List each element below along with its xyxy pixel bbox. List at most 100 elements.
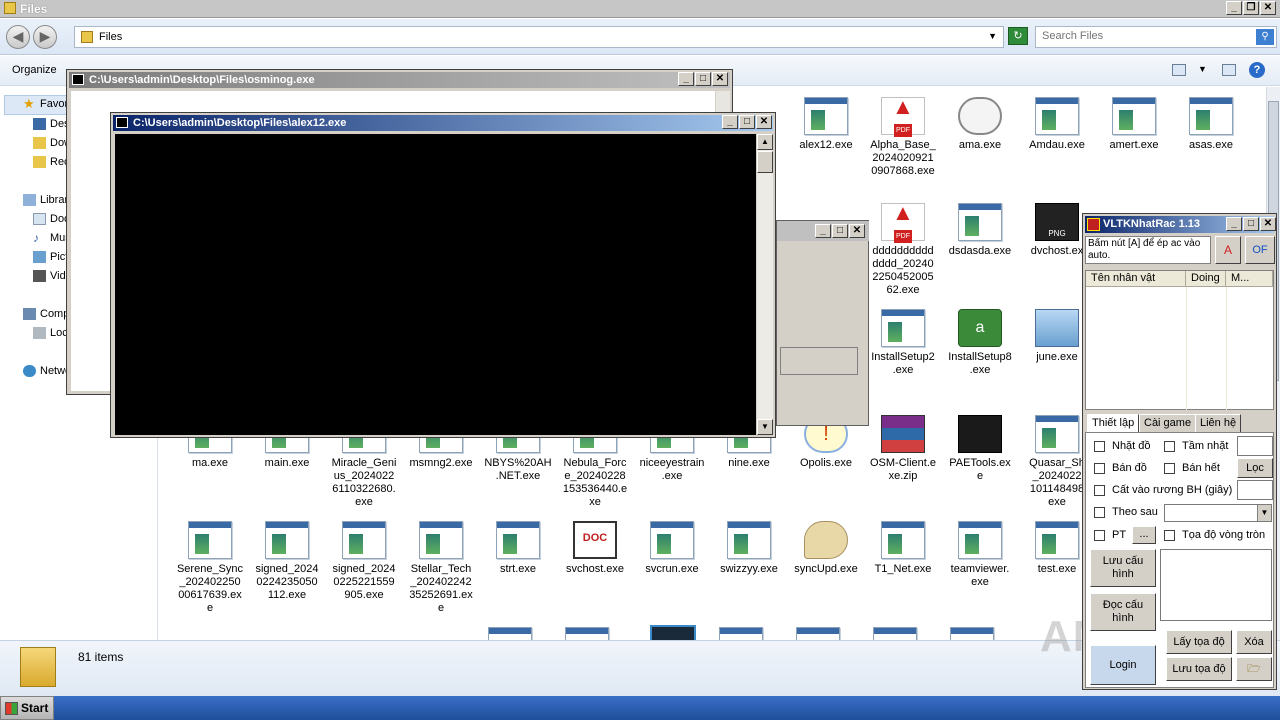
file-item[interactable]: DOC svchost.exe xyxy=(558,521,632,576)
search-input[interactable] xyxy=(1042,30,1252,42)
chevron-down-icon[interactable]: ▼ xyxy=(1198,64,1207,74)
close-button[interactable]: ✕ xyxy=(712,72,728,86)
chevron-down-icon[interactable]: ▼ xyxy=(988,31,997,41)
console-titlebar[interactable]: C:\Users\admin\Desktop\Files\alex12.exe xyxy=(113,115,773,131)
installer-icon xyxy=(1035,309,1079,347)
file-item[interactable]: teamviewer. exe xyxy=(943,521,1017,589)
file-item[interactable]: OSM-Client.e xe.zip xyxy=(866,415,940,483)
background-dialog[interactable]: _ □ ✕ xyxy=(776,220,869,426)
pt-checkbox[interactable] xyxy=(1094,530,1105,541)
forward-button[interactable]: ▶ xyxy=(33,25,57,49)
file-item[interactable]: ama.exe xyxy=(943,97,1017,152)
close-button[interactable]: ✕ xyxy=(849,224,865,238)
doc-cau-hinh-button[interactable]: Đọc cấu hình xyxy=(1090,593,1156,631)
a-button[interactable]: A xyxy=(1215,236,1241,264)
scroll-down-arrow-icon[interactable]: ▼ xyxy=(757,419,773,435)
minimize-button[interactable]: _ xyxy=(1226,1,1242,15)
file-item[interactable]: T1_Net.exe xyxy=(866,521,940,576)
exe-icon xyxy=(1112,97,1156,135)
file-item[interactable]: amert.exe xyxy=(1097,97,1171,152)
tab-cai-game[interactable]: Cài game xyxy=(1139,414,1197,432)
tam-nhat-input[interactable] xyxy=(1237,436,1273,456)
theo-sau-select[interactable]: ▼ xyxy=(1164,504,1272,522)
lay-toa-do-button[interactable]: Lấy tọa độ xyxy=(1166,630,1232,654)
exe-icon xyxy=(565,627,609,640)
file-item[interactable]: Stellar_Tech _202402242 35252691.ex e xyxy=(404,521,478,615)
organize-button[interactable]: Organize xyxy=(12,64,57,76)
close-button[interactable]: ✕ xyxy=(1260,217,1276,231)
start-button[interactable]: Start xyxy=(0,696,54,720)
vltk-window[interactable]: VLTKNhatRac 1.13 _ □ ✕ Bấm nút [A] để ép… xyxy=(1082,213,1277,690)
tam-nhat-checkbox[interactable] xyxy=(1164,441,1175,452)
scroll-up-arrow-icon[interactable]: ▲ xyxy=(757,134,773,150)
loc-button[interactable]: Lọc xyxy=(1237,458,1273,478)
minimize-button[interactable]: _ xyxy=(722,115,738,129)
file-item[interactable]: Serene_Sync _202402250 00617639.ex e xyxy=(173,521,247,615)
file-item[interactable]: a InstallSetup8 .exe xyxy=(943,309,1017,377)
exe-icon xyxy=(488,627,532,640)
luu-toa-do-button[interactable]: Lưu tọa độ xyxy=(1166,657,1232,681)
maximize-button[interactable]: □ xyxy=(832,224,848,238)
file-item[interactable]: swizzyy.exe xyxy=(712,521,786,576)
help-icon[interactable]: ? xyxy=(1249,62,1265,78)
desktop-icon xyxy=(33,118,46,130)
coordinates-list[interactable] xyxy=(1160,549,1272,621)
file-item[interactable]: Amdau.exe xyxy=(1020,97,1094,152)
col-header-name[interactable]: Tên nhân vật xyxy=(1086,271,1186,287)
scrollbar-thumb[interactable] xyxy=(757,151,773,173)
xoa-button[interactable]: Xóa xyxy=(1236,630,1272,654)
open-folder-button[interactable]: 🗁 xyxy=(1236,657,1272,681)
file-item[interactable]: Alpha_Base_ 2024020921 0907868.exe xyxy=(866,97,940,178)
nhat-do-checkbox[interactable] xyxy=(1094,441,1105,452)
luu-cau-hinh-button[interactable]: Lưu cấu hình xyxy=(1090,549,1156,587)
file-item[interactable]: InstallSetup2 .exe xyxy=(866,309,940,377)
cat-vao-ruong-checkbox[interactable] xyxy=(1094,485,1105,496)
tab-thiet-lap[interactable]: Thiết lập xyxy=(1087,414,1140,432)
col-header-doing[interactable]: Doing xyxy=(1186,271,1226,287)
exe-icon xyxy=(958,203,1002,241)
toa-do-vong-tron-checkbox[interactable] xyxy=(1164,530,1175,541)
view-options-icon[interactable] xyxy=(1172,64,1186,76)
close-button[interactable]: ✕ xyxy=(1260,1,1276,15)
tab-lien-he[interactable]: Liên hệ xyxy=(1195,414,1242,432)
ban-het-checkbox[interactable] xyxy=(1164,463,1175,474)
minimize-button[interactable]: _ xyxy=(815,224,831,238)
back-button[interactable]: ◀ xyxy=(6,25,30,49)
file-item[interactable]: asas.exe xyxy=(1174,97,1248,152)
ban-do-checkbox[interactable] xyxy=(1094,463,1105,474)
address-path[interactable]: Files xyxy=(99,31,122,43)
maximize-button[interactable]: ❐ xyxy=(1243,1,1259,15)
file-item[interactable]: signed_2024 0225221559 905.exe xyxy=(327,521,401,602)
console-scrollbar[interactable]: ▲ ▼ xyxy=(757,134,773,435)
search-box[interactable]: ⚲ xyxy=(1035,26,1277,48)
theo-sau-checkbox[interactable] xyxy=(1094,507,1105,518)
alex12-console-window[interactable]: C:\Users\admin\Desktop\Files\alex12.exe … xyxy=(110,112,776,438)
chevron-down-icon[interactable]: ▼ xyxy=(1257,505,1271,521)
file-item[interactable]: PAETools.ex e xyxy=(943,415,1017,483)
maximize-button[interactable]: □ xyxy=(739,115,755,129)
file-item[interactable]: dsdasda.exe xyxy=(943,203,1017,258)
file-item[interactable]: alex12.exe xyxy=(789,97,863,152)
preview-pane-icon[interactable] xyxy=(1222,64,1236,76)
search-icon[interactable]: ⚲ xyxy=(1256,29,1274,45)
maximize-button[interactable]: □ xyxy=(1243,217,1259,231)
login-button[interactable]: Login xyxy=(1090,645,1156,685)
of-button[interactable]: OF xyxy=(1245,236,1275,264)
file-item[interactable]: signed_2024 0224235050 112.exe xyxy=(250,521,324,602)
address-bar[interactable]: Files ▼ xyxy=(74,26,1004,48)
file-item[interactable]: syncUpd.exe xyxy=(789,521,863,576)
console-titlebar[interactable]: C:\Users\admin\Desktop\Files\osminog.exe xyxy=(69,72,730,88)
file-item[interactable]: dddddddddd dddd_20240 2250452005 62.exe xyxy=(866,203,940,297)
close-button[interactable]: ✕ xyxy=(756,115,772,129)
maximize-button[interactable]: □ xyxy=(695,72,711,86)
minimize-button[interactable]: _ xyxy=(1226,217,1242,231)
cat-vao-ruong-input[interactable] xyxy=(1237,480,1273,500)
minimize-button[interactable]: _ xyxy=(678,72,694,86)
network-icon xyxy=(23,365,36,377)
pt-browse-button[interactable]: ... xyxy=(1132,526,1156,544)
file-item[interactable]: svcrun.exe xyxy=(635,521,709,576)
refresh-button[interactable]: ↻ xyxy=(1008,27,1028,45)
col-header-m[interactable]: M... xyxy=(1226,271,1273,287)
file-item[interactable]: strt.exe xyxy=(481,521,555,576)
character-grid[interactable]: Tên nhân vật Doing M... xyxy=(1085,270,1274,410)
